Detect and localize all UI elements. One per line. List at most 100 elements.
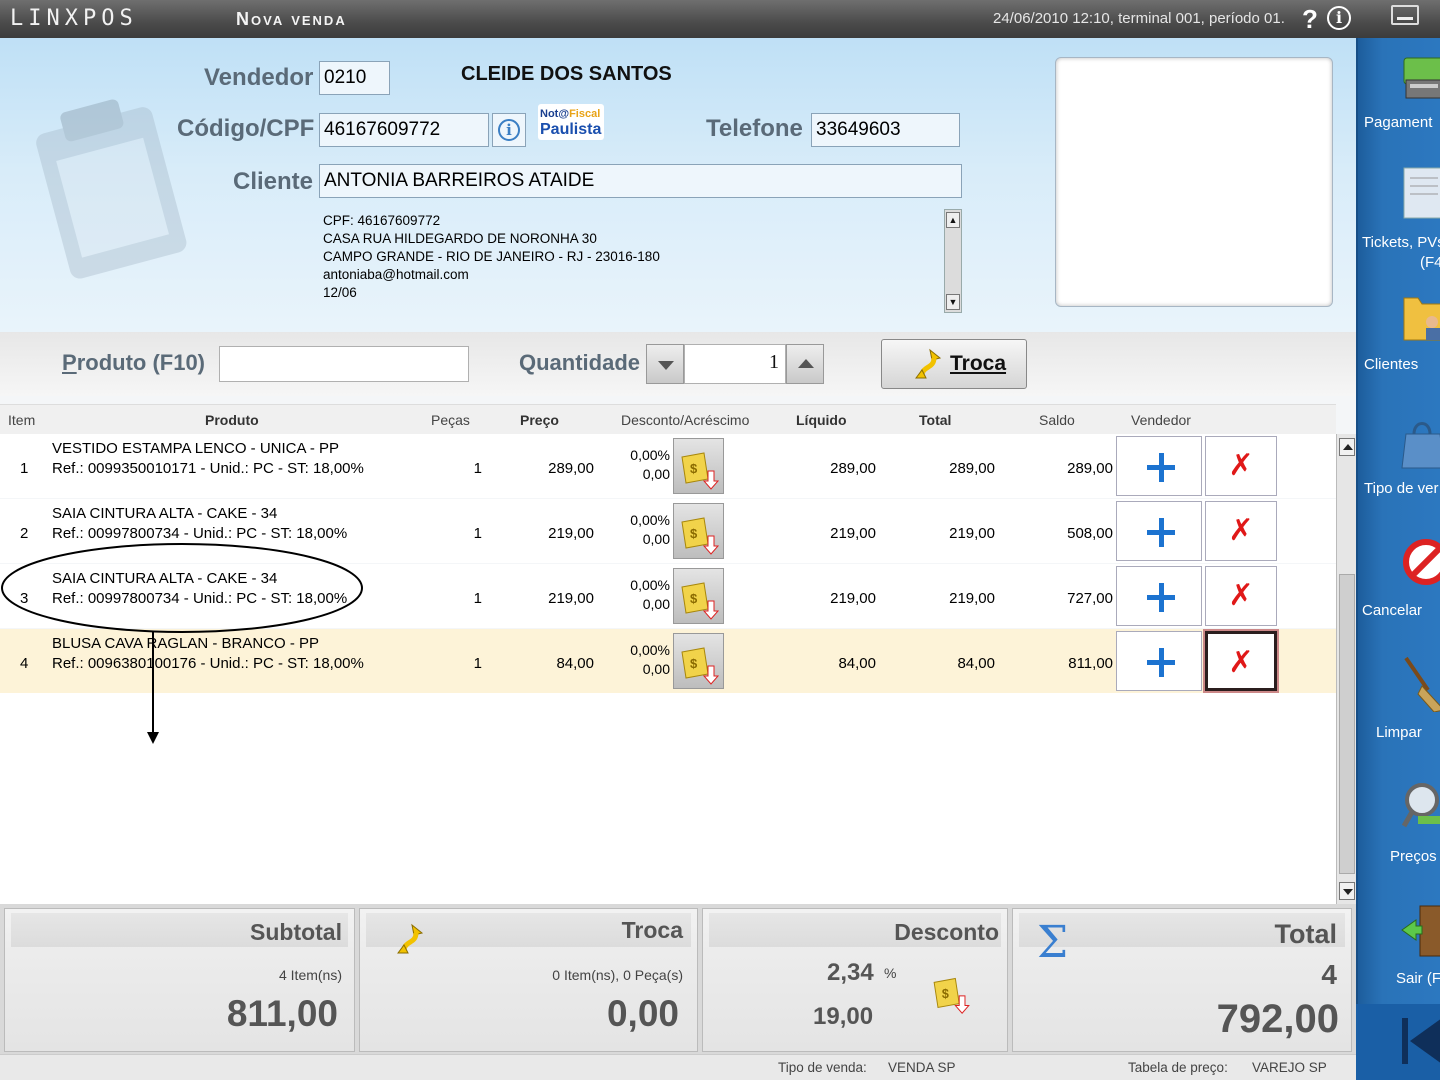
delete-item-button[interactable]: ✗ (1205, 436, 1277, 496)
rail-item-precos[interactable]: Preços (1358, 776, 1440, 886)
add-vendor-button[interactable] (1116, 566, 1202, 626)
delete-item-button[interactable]: ✗ (1205, 501, 1277, 561)
row-saldo: 508,00 (1067, 525, 1113, 542)
help-icon[interactable]: ? (1302, 4, 1318, 35)
client-details-scrollbar[interactable]: ▲ ▼ (944, 209, 962, 313)
troca-button[interactable]: Troca (881, 339, 1027, 389)
client-detail-line: CASA RUA HILDEGARDO DE NORONHA 30 (323, 231, 597, 246)
add-vendor-button[interactable] (1116, 501, 1202, 561)
rail-item-cancelar[interactable]: Cancelar (1358, 532, 1440, 642)
rail-item-sair[interactable]: Sair (F (1358, 902, 1440, 1012)
app-logo: LINXPOS (10, 6, 138, 31)
total-box: Σ Total 4 792,00 (1012, 908, 1352, 1052)
screen-title: Nova venda (236, 9, 347, 29)
rail-item-limpar[interactable]: Limpar (1358, 654, 1440, 764)
info-icon[interactable]: i (1327, 6, 1351, 30)
cliente-field[interactable]: ANTONIA BARREIROS ATAIDE (319, 164, 962, 198)
svg-text:$: $ (690, 656, 698, 671)
col-liquido: Líquido (796, 412, 847, 428)
svg-text:$: $ (690, 526, 698, 541)
sale-type-icon (1401, 422, 1440, 469)
row-product-name: VESTIDO ESTAMPA LENCO - UNICA - PP (52, 440, 339, 457)
totals-panel: Subtotal 4 Item(ns) 811,00 Troca 0 Item(… (0, 904, 1356, 1054)
telefone-field[interactable]: 33649603 (811, 113, 960, 147)
cancel-icon (1403, 539, 1440, 585)
delete-item-button[interactable]: ✗ (1203, 629, 1279, 693)
quantity-increase-button[interactable] (786, 344, 824, 384)
row-liquido: 219,00 (830, 525, 876, 542)
row-preco: 84,00 (556, 655, 594, 672)
broom-icon (1404, 656, 1440, 712)
rail-item-clientes[interactable]: Clientes (1358, 288, 1440, 398)
discount-button[interactable]: $ (673, 633, 724, 689)
scroll-down-icon[interactable] (1339, 882, 1355, 900)
status-bar: Tipo de venda: VENDA SP Tabela de preço:… (0, 1054, 1356, 1080)
row-pecas: 1 (473, 655, 482, 672)
triangle-down-icon (658, 361, 674, 370)
client-detail-line: antoniaba@hotmail.com (323, 267, 469, 282)
row-preco: 289,00 (548, 460, 594, 477)
desconto-value: 19,00 (813, 1003, 874, 1030)
row-preco: 219,00 (548, 590, 594, 607)
row-saldo: 289,00 (1067, 460, 1113, 477)
rail-item-tipo-venda[interactable]: Tipo de ver (1358, 412, 1440, 522)
row-total: 219,00 (949, 525, 995, 542)
add-vendor-button[interactable] (1116, 436, 1202, 496)
row-desconto-val: 0,00 (642, 466, 670, 482)
quantity-decrease-button[interactable] (646, 344, 684, 384)
vendedor-name: CLEIDE DOS SANTOS (461, 63, 672, 85)
add-vendor-button[interactable] (1116, 631, 1202, 691)
client-info-button[interactable]: i (492, 113, 526, 147)
svg-text:Paulista: Paulista (540, 121, 601, 138)
rail-label: Cancelar (1362, 602, 1423, 619)
scroll-up-icon[interactable]: ▲ (946, 212, 960, 228)
rail-label: Sair (F (1396, 970, 1440, 987)
row-total: 84,00 (957, 655, 995, 672)
client-photo-box (1055, 57, 1333, 307)
collapse-rail-button[interactable] (1356, 1004, 1440, 1080)
rail-label: Pagament (1364, 114, 1433, 131)
discount-button[interactable]: $ (673, 568, 724, 624)
clients-icon (1403, 297, 1440, 341)
client-detail-line: CAMPO GRANDE - RIO DE JANEIRO - RJ - 230… (323, 249, 660, 264)
scroll-thumb[interactable] (1339, 574, 1355, 874)
row-item-number: 1 (20, 460, 29, 477)
subtotal-label: Subtotal (250, 919, 342, 945)
grid-scrollbar[interactable] (1336, 434, 1356, 904)
exchange-arrows-icon (915, 348, 942, 379)
tabela-preco-label: Tabela de preço: (1128, 1060, 1228, 1075)
col-saldo: Saldo (1039, 412, 1075, 428)
items-grid-header: Item Produto Peças Preço Desconto/Acrésc… (0, 404, 1336, 434)
scroll-up-icon[interactable] (1339, 438, 1355, 456)
row-product-ref: Ref.: 0099350010171 - Unid.: PC - ST: 18… (52, 460, 364, 477)
subtotal-value: 811,00 (226, 993, 338, 1034)
delete-item-button[interactable]: ✗ (1205, 566, 1277, 626)
discount-button[interactable]: $ (925, 965, 977, 1019)
total-count: 4 (1321, 959, 1337, 990)
produto-input[interactable] (219, 346, 469, 382)
col-produto: Produto (205, 412, 259, 428)
col-total: Total (919, 412, 952, 428)
sigma-icon: Σ (1037, 917, 1069, 968)
rail-item-tickets[interactable]: Tickets, PVs (F4 (1358, 162, 1440, 272)
vendedor-label: Vendedor (204, 64, 314, 91)
col-vendedor: Vendedor (1131, 412, 1191, 428)
row-desconto-pct: 0,00% (630, 642, 670, 658)
discount-button[interactable]: $ (673, 438, 724, 494)
row-saldo: 811,00 (1068, 655, 1113, 672)
rail-item-pagamento[interactable]: Pagament (1358, 50, 1440, 160)
discount-button[interactable]: $ (673, 503, 724, 559)
vendedor-code-field[interactable]: 0210 (319, 61, 390, 95)
col-desconto: Desconto/Acréscimo (621, 412, 750, 428)
codigo-cpf-field[interactable]: 46167609772 (319, 113, 489, 147)
payment-icon (1403, 57, 1440, 99)
rail-label: Clientes (1364, 356, 1419, 373)
row-desconto-pct: 0,00% (630, 512, 670, 528)
quantity-input[interactable]: 1 (684, 344, 786, 384)
minimize-icon[interactable] (1391, 5, 1419, 25)
table-row[interactable]: 1 VESTIDO ESTAMPA LENCO - UNICA - PP Ref… (0, 434, 1336, 498)
scroll-down-icon[interactable]: ▼ (946, 294, 960, 310)
row-desconto-val: 0,00 (642, 596, 670, 612)
action-rail: Pagament Tickets, PVs (F4 Clientes Tipo … (1356, 38, 1440, 1080)
produto-label: Produto (F10) (62, 350, 206, 375)
